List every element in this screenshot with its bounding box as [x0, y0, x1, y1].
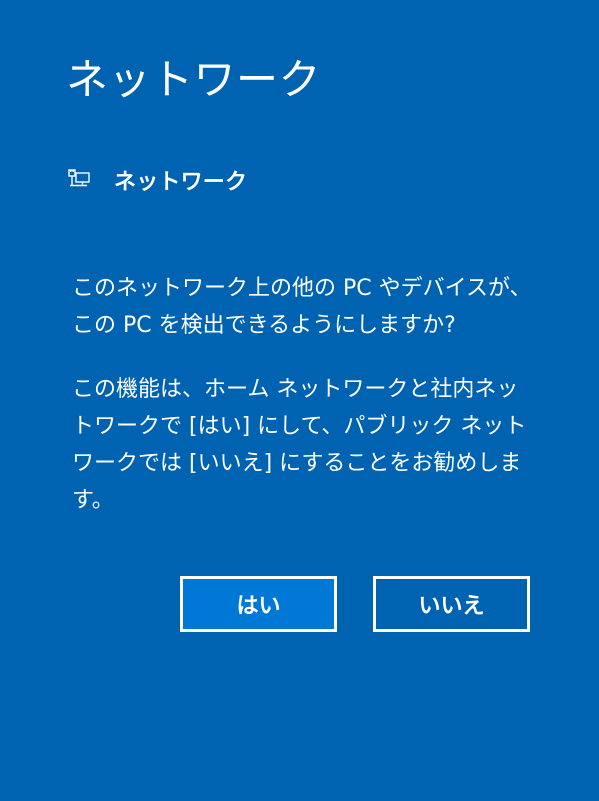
no-button[interactable]: いいえ — [373, 576, 530, 632]
network-item: ネットワーク — [66, 164, 247, 196]
yes-button[interactable]: はい — [180, 576, 337, 632]
ethernet-network-icon — [66, 168, 92, 192]
yes-button-label: はい — [236, 594, 281, 619]
no-button-label: いいえ — [418, 594, 485, 619]
panel-title: ネットワーク — [66, 55, 322, 104]
network-name: ネットワーク — [114, 170, 248, 195]
network-discovery-panel: ネットワーク ネットワーク このネットワーク上の他の PC やデバイスが、この … — [0, 0, 599, 801]
discovery-description: この機能は、ホーム ネットワークと社内ネットワークで [はい] にして、パブリッ… — [72, 377, 527, 513]
discovery-question: このネットワーク上の他の PC やデバイスが、この PC を検出できるようにしま… — [72, 276, 532, 338]
